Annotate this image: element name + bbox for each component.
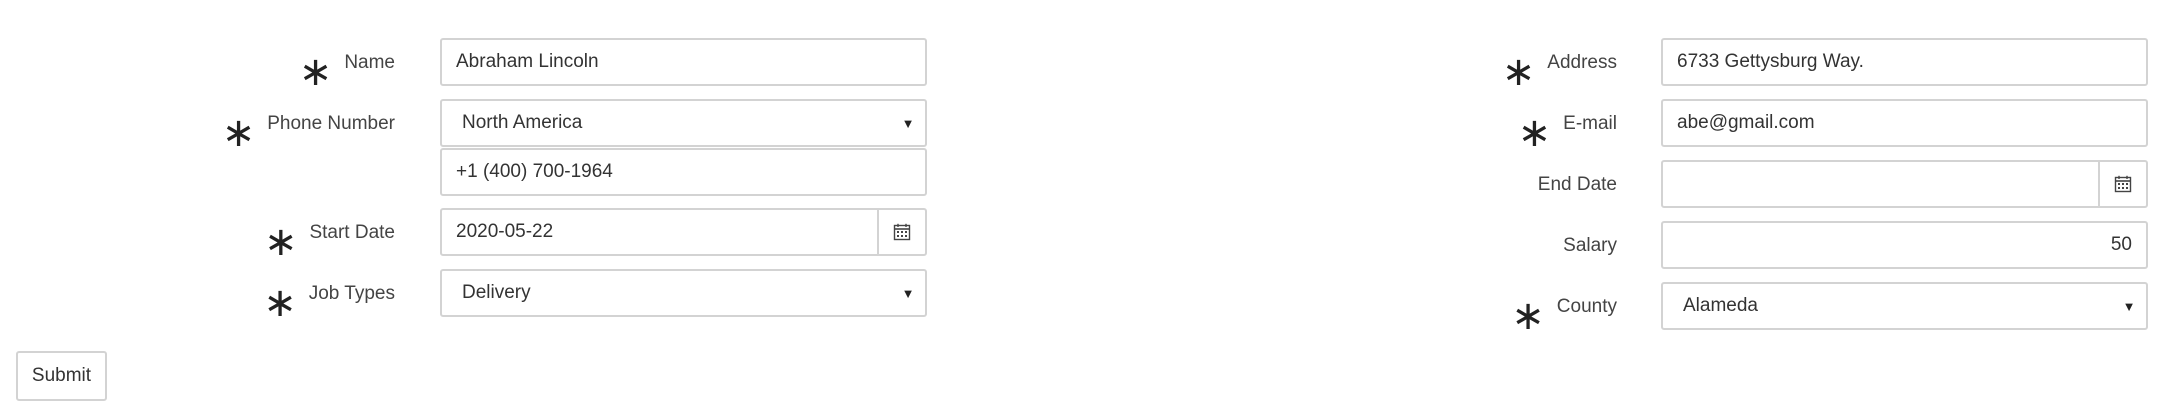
calendar-icon — [2114, 175, 2132, 193]
start-date-label: ∗ Start Date — [264, 209, 395, 262]
name-label-text: Name — [344, 52, 395, 73]
start-date-input[interactable]: 2020-05-22 — [440, 208, 927, 256]
required-marker: ∗ — [263, 280, 297, 326]
phone-number-value: +1 (400) 700-1964 — [456, 161, 613, 182]
start-date-calendar-button[interactable] — [877, 210, 925, 254]
calendar-icon — [893, 223, 911, 241]
phone-number-label: ∗ Phone Number — [222, 100, 395, 153]
phone-number-input[interactable]: +1 (400) 700-1964 — [440, 148, 927, 196]
county-label-text: County — [1556, 296, 1617, 317]
start-date-value: 2020-05-22 — [456, 221, 554, 242]
end-date-label: End Date — [1538, 161, 1617, 209]
job-types-label: ∗ Job Types — [263, 270, 395, 323]
chevron-down-icon: ▼ — [2122, 298, 2136, 314]
job-types-label-text: Job Types — [308, 283, 395, 304]
email-label-text: E-mail — [1563, 113, 1617, 134]
email-value: abe@gmail.com — [1677, 112, 1815, 133]
name-input-value: Abraham Lincoln — [456, 51, 599, 72]
end-date-label-text: End Date — [1537, 174, 1617, 195]
required-marker: ∗ — [263, 219, 298, 265]
phone-region-select[interactable]: North America ▼ — [440, 99, 927, 147]
required-marker: ∗ — [298, 49, 333, 95]
county-select[interactable]: Alameda ▼ — [1661, 282, 2148, 330]
address-input[interactable]: 6733 Gettysburg Way. — [1661, 38, 2148, 86]
end-date-input[interactable] — [1661, 160, 2148, 208]
salary-label: Salary — [1563, 222, 1617, 270]
address-label-text: Address — [1547, 52, 1617, 73]
chevron-down-icon: ▼ — [901, 285, 915, 301]
required-marker: ∗ — [1511, 293, 1545, 339]
address-label: ∗ Address — [1502, 39, 1617, 92]
phone-number-label-text: Phone Number — [267, 113, 395, 134]
county-label: ∗ County — [1511, 283, 1617, 336]
email-input[interactable]: abe@gmail.com — [1661, 99, 2148, 147]
address-value: 6733 Gettysburg Way. — [1677, 51, 1864, 72]
submit-button[interactable]: Submit — [16, 351, 107, 401]
chevron-down-icon: ▼ — [901, 115, 915, 131]
employee-form: ∗ Name Abraham Lincoln ∗ Phone Number No… — [0, 0, 2170, 419]
required-marker: ∗ — [1501, 49, 1536, 95]
salary-input[interactable]: 50 — [1661, 221, 2148, 269]
phone-region-value: North America — [462, 112, 583, 133]
job-types-value: Delivery — [462, 282, 531, 303]
salary-value: 50 — [2110, 234, 2132, 255]
job-types-select[interactable]: Delivery ▼ — [440, 269, 927, 317]
email-label: ∗ E-mail — [1518, 100, 1617, 153]
name-input[interactable]: Abraham Lincoln — [440, 38, 927, 86]
county-value: Alameda — [1683, 295, 1758, 316]
salary-label-text: Salary — [1563, 235, 1617, 256]
required-marker: ∗ — [1517, 110, 1552, 156]
name-label: ∗ Name — [299, 39, 395, 92]
start-date-label-text: Start Date — [309, 222, 395, 243]
required-marker: ∗ — [221, 110, 256, 156]
end-date-calendar-button[interactable] — [2098, 162, 2146, 206]
